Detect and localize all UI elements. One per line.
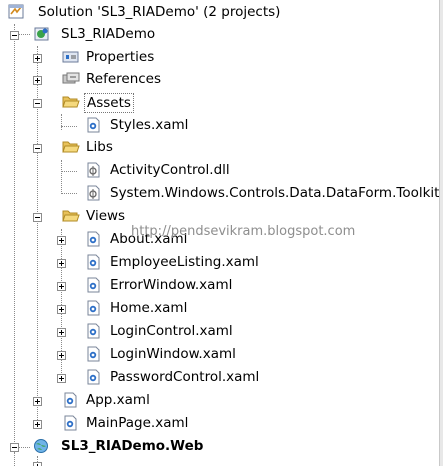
watermark-text: http://pendsevikram.blogspot.com <box>131 224 356 239</box>
expand-toggle[interactable] <box>57 305 66 314</box>
xaml-file-icon <box>87 369 100 385</box>
tree-node-errorwindow[interactable]: ErrorWindow.xaml <box>0 275 443 297</box>
xaml-file-icon <box>87 117 100 133</box>
xaml-file-icon <box>64 392 77 408</box>
expand-toggle[interactable] <box>57 282 66 291</box>
expand-toggle[interactable] <box>33 76 42 85</box>
references-icon <box>62 72 80 84</box>
xaml-file-icon <box>64 415 77 431</box>
tree-node-label: LoginWindow.xaml <box>110 346 236 362</box>
tree-node-solution[interactable]: Solution 'SL3_RIADemo' (2 projects) <box>0 2 443 24</box>
collapse-toggle[interactable] <box>33 144 42 153</box>
web-project-icon <box>34 439 48 453</box>
collapse-toggle[interactable] <box>10 31 19 40</box>
tree-node-properties[interactable]: Properties <box>0 47 443 69</box>
tree-node-label: Styles.xaml <box>110 117 189 133</box>
collapse-toggle[interactable] <box>33 213 42 222</box>
tree-node-activitycontrol[interactable]: ActivityControl.dll <box>0 160 443 182</box>
expand-toggle[interactable] <box>57 259 66 268</box>
tree-node-employeelisting[interactable]: EmployeeListing.xaml <box>0 252 443 274</box>
tree-node-passwordcontrol[interactable]: PasswordControl.xaml <box>0 367 443 389</box>
silverlight-project-icon <box>34 27 49 41</box>
tree-node-references[interactable]: References <box>0 69 443 91</box>
collapse-toggle[interactable] <box>10 443 19 452</box>
tree-node-label: Solution 'SL3_RIADemo' (2 projects) <box>38 4 281 20</box>
tree-node-dataform[interactable]: System.Windows.Controls.Data.DataForm.To… <box>0 183 443 205</box>
tree-node-label: ErrorWindow.xaml <box>110 277 233 293</box>
tree-node-label: App.xaml <box>86 392 150 408</box>
tree-node-partial <box>0 459 443 466</box>
folder-open-icon <box>62 210 80 222</box>
tree-node-project-web[interactable]: SL3_RIADemo.Web <box>0 436 443 458</box>
expand-toggle[interactable] <box>33 54 42 63</box>
tree-node-label: MainPage.xaml <box>86 415 189 431</box>
xaml-file-icon <box>87 231 100 247</box>
tree-node-libs[interactable]: Libs <box>0 137 443 159</box>
tree-node-label: SL3_RIADemo.Web <box>61 438 204 454</box>
tree-node-label: LoginControl.xaml <box>110 323 233 339</box>
xaml-file-icon <box>87 346 100 362</box>
xaml-file-icon <box>87 300 100 316</box>
tree-node-assets[interactable]: Assets <box>0 92 443 114</box>
dll-file-icon <box>87 185 100 201</box>
tree-node-label: Assets <box>84 93 134 113</box>
dll-file-icon <box>87 162 100 178</box>
expand-toggle[interactable] <box>33 420 42 429</box>
tree-node-label: ActivityControl.dll <box>110 162 230 178</box>
expand-toggle[interactable] <box>57 351 66 360</box>
expand-toggle[interactable] <box>57 374 66 383</box>
expand-toggle <box>33 462 42 466</box>
tree-node-label: Properties <box>86 49 155 65</box>
tree-node-label: System.Windows.Controls.Data.DataForm.To… <box>110 185 440 201</box>
tree-node-app[interactable]: App.xaml <box>0 390 443 412</box>
tree-node-label: EmployeeListing.xaml <box>110 254 259 270</box>
expand-toggle[interactable] <box>57 236 66 245</box>
tree-node-label: SL3_RIADemo <box>61 26 156 42</box>
collapse-toggle[interactable] <box>33 99 42 108</box>
solution-explorer-tree: Solution 'SL3_RIADemo' (2 projects) SL3_… <box>0 0 443 466</box>
tree-node-label: PasswordControl.xaml <box>110 369 260 385</box>
expand-toggle[interactable] <box>57 328 66 337</box>
tree-node-label: References <box>86 71 162 87</box>
tree-node-mainpage[interactable]: MainPage.xaml <box>0 413 443 435</box>
solution-icon <box>8 4 24 19</box>
xaml-file-icon <box>87 254 100 270</box>
tree-node-logincontrol[interactable]: LoginControl.xaml <box>0 321 443 343</box>
xaml-file-icon <box>87 277 100 293</box>
tree-node-label: Views <box>86 208 126 224</box>
folder-open-icon <box>62 96 80 108</box>
xaml-file-icon <box>87 323 100 339</box>
tree-node-home[interactable]: Home.xaml <box>0 298 443 320</box>
tree-node-label: Home.xaml <box>110 300 188 316</box>
tree-node-loginwindow[interactable]: LoginWindow.xaml <box>0 344 443 366</box>
properties-icon <box>62 51 79 63</box>
tree-node-styles[interactable]: Styles.xaml <box>0 115 443 137</box>
folder-open-icon <box>62 141 80 153</box>
tree-node-project-sl3[interactable]: SL3_RIADemo <box>0 24 443 46</box>
expand-toggle[interactable] <box>33 397 42 406</box>
tree-node-label: Libs <box>86 139 113 155</box>
window-border <box>439 0 443 466</box>
